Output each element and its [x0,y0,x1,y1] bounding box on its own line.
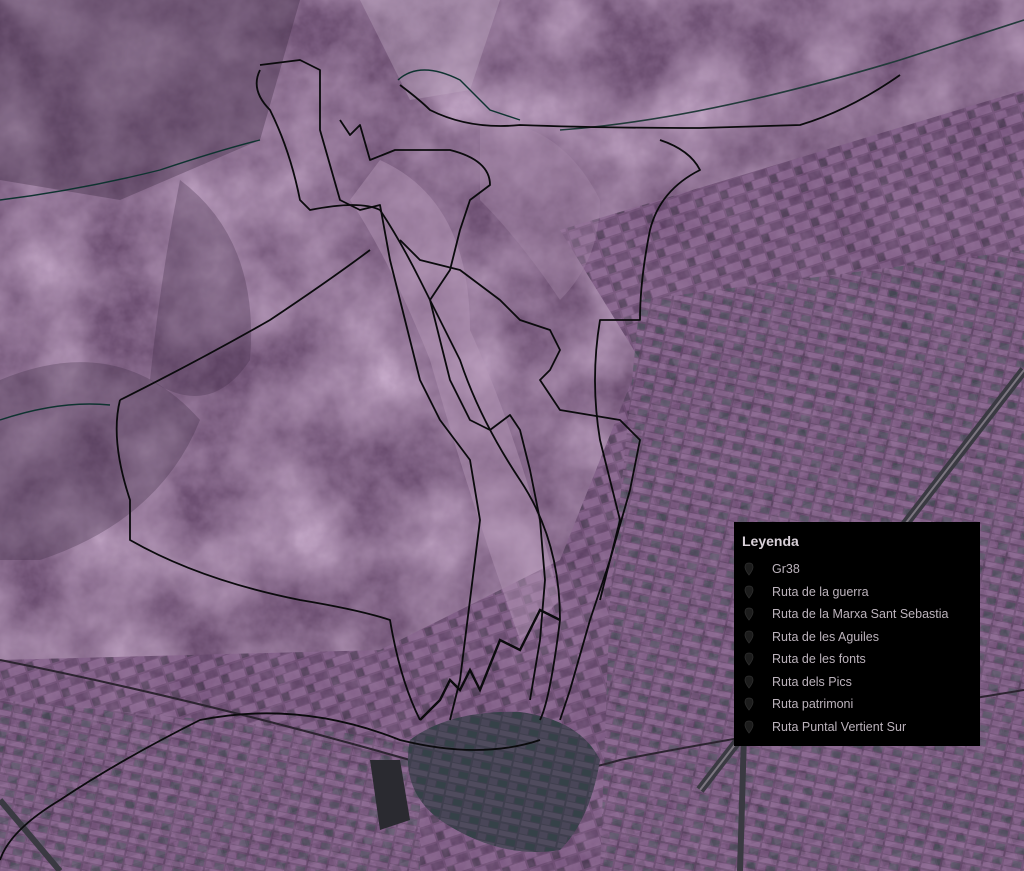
route-marker-icon [742,562,756,576]
legend-item[interactable]: Ruta dels Pics [742,671,980,694]
legend-item[interactable]: Ruta de les Aguiles [742,626,980,649]
legend-item-label: Ruta de la guerra [772,584,869,599]
legend-item-label: Ruta de la Marxa Sant Sebastia [772,607,949,622]
route-marker-icon [742,652,756,666]
legend-items: Gr38 Ruta de la guerra Ruta de la Marxa Sa… [742,558,980,738]
route-marker-icon [742,697,756,711]
legend-item[interactable]: Ruta patrimoni [742,693,980,716]
route-marker-icon [742,607,756,621]
route-marker-icon [742,630,756,644]
map-legend: Leyenda Gr38 Ruta de la guerra Ruta de la … [734,522,980,746]
legend-item[interactable]: Ruta de la Marxa Sant Sebastia [742,603,980,626]
map-view[interactable]: Leyenda Gr38 Ruta de la guerra Ruta de la … [0,0,1024,871]
legend-item[interactable]: Ruta de les fonts [742,648,980,671]
route-marker-icon [742,720,756,734]
legend-item[interactable]: Ruta de la guerra [742,581,980,604]
legend-item-label: Ruta Puntal Vertient Sur [772,719,907,734]
legend-item-label: Ruta dels Pics [772,674,852,689]
legend-item-label: Ruta de les Aguiles [772,629,880,644]
legend-item[interactable]: Ruta Puntal Vertient Sur [742,716,980,739]
legend-item-label: Ruta de les fonts [772,652,866,667]
legend-item[interactable]: Gr38 [742,558,980,581]
legend-item-label: Ruta patrimoni [772,697,854,712]
route-marker-icon [742,585,756,599]
legend-item-label: Gr38 [772,562,800,577]
route-marker-icon [742,675,756,689]
legend-title: Leyenda [742,533,799,549]
